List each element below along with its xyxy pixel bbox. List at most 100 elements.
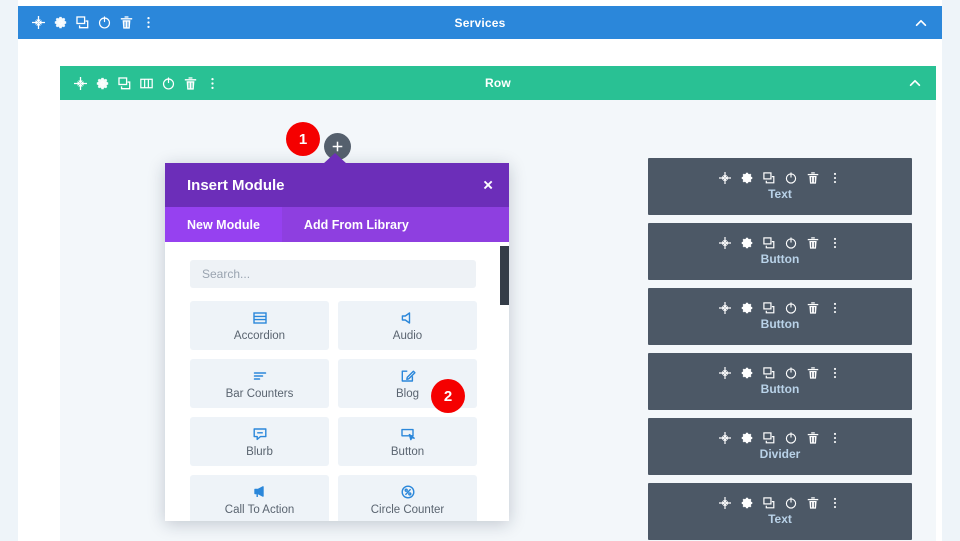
trash-icon[interactable] bbox=[807, 432, 819, 444]
settings-gear-icon[interactable] bbox=[741, 497, 753, 509]
more-options-icon[interactable] bbox=[829, 367, 841, 379]
more-options-icon[interactable] bbox=[829, 497, 841, 509]
settings-gear-icon[interactable] bbox=[741, 367, 753, 379]
move-icon[interactable] bbox=[719, 237, 731, 249]
trash-icon[interactable] bbox=[120, 16, 133, 29]
power-toggle-icon[interactable] bbox=[785, 302, 797, 314]
module-toolbar-icons bbox=[719, 237, 841, 249]
module-type-call-to-action[interactable]: Call To Action bbox=[190, 475, 329, 521]
module-type-label: Blog bbox=[395, 387, 420, 400]
chevron-up-icon[interactable] bbox=[908, 76, 922, 90]
module-block[interactable]: Text bbox=[648, 483, 912, 540]
dialog-header: Insert Module × bbox=[165, 163, 509, 207]
module-type-bar-counters[interactable]: Bar Counters bbox=[190, 359, 329, 408]
settings-gear-icon[interactable] bbox=[741, 302, 753, 314]
callout-badge-2: 2 bbox=[431, 379, 465, 413]
duplicate-icon[interactable] bbox=[763, 237, 775, 249]
more-options-icon[interactable] bbox=[206, 77, 219, 90]
chevron-up-icon[interactable] bbox=[914, 16, 928, 30]
module-type-label: Bar Counters bbox=[225, 387, 294, 400]
search-input[interactable] bbox=[190, 260, 476, 288]
dialog-tabs: New Module Add From Library bbox=[165, 207, 509, 242]
module-type-button[interactable]: Button bbox=[338, 417, 477, 466]
trash-icon[interactable] bbox=[184, 76, 197, 90]
tab-new-module[interactable]: New Module bbox=[165, 207, 282, 242]
power-toggle-icon[interactable] bbox=[785, 367, 797, 379]
more-options-icon[interactable] bbox=[829, 302, 841, 314]
settings-gear-icon[interactable] bbox=[741, 172, 753, 184]
duplicate-icon[interactable] bbox=[76, 16, 89, 29]
dialog-scrollbar[interactable] bbox=[500, 242, 509, 521]
power-toggle-icon[interactable] bbox=[162, 76, 175, 90]
trash-icon[interactable] bbox=[807, 497, 819, 509]
callout-badge-1: 1 bbox=[286, 122, 320, 156]
power-toggle-icon[interactable] bbox=[785, 432, 797, 444]
blog-icon bbox=[400, 368, 416, 384]
module-label: Divider bbox=[759, 447, 801, 461]
duplicate-icon[interactable] bbox=[763, 497, 775, 509]
settings-gear-icon[interactable] bbox=[741, 237, 753, 249]
duplicate-icon[interactable] bbox=[763, 302, 775, 314]
power-toggle-icon[interactable] bbox=[785, 172, 797, 184]
module-type-audio[interactable]: Audio bbox=[338, 301, 477, 350]
move-icon[interactable] bbox=[719, 172, 731, 184]
module-type-blurb[interactable]: Blurb bbox=[190, 417, 329, 466]
settings-gear-icon[interactable] bbox=[96, 77, 109, 90]
trash-icon[interactable] bbox=[807, 302, 819, 314]
section-toolbar-icons bbox=[18, 16, 155, 29]
module-type-label: Button bbox=[390, 445, 425, 458]
power-toggle-icon[interactable] bbox=[98, 16, 111, 29]
trash-icon[interactable] bbox=[807, 367, 819, 379]
module-label: Button bbox=[760, 382, 800, 396]
module-block[interactable]: Button bbox=[648, 223, 912, 280]
row-toolbar[interactable]: Row bbox=[60, 66, 936, 100]
more-options-icon[interactable] bbox=[829, 237, 841, 249]
settings-gear-icon[interactable] bbox=[741, 432, 753, 444]
columns-icon[interactable] bbox=[140, 77, 153, 90]
power-toggle-icon[interactable] bbox=[785, 237, 797, 249]
power-toggle-icon[interactable] bbox=[785, 497, 797, 509]
move-icon[interactable] bbox=[32, 16, 45, 29]
module-type-accordion[interactable]: Accordion bbox=[190, 301, 329, 350]
trash-icon[interactable] bbox=[807, 172, 819, 184]
circle-counter-icon bbox=[400, 484, 416, 500]
duplicate-icon[interactable] bbox=[118, 76, 131, 90]
move-icon[interactable] bbox=[719, 367, 731, 379]
module-block[interactable]: Text bbox=[648, 158, 912, 215]
module-block[interactable]: Button bbox=[648, 353, 912, 410]
duplicate-icon[interactable] bbox=[763, 367, 775, 379]
duplicate-icon[interactable] bbox=[763, 432, 775, 444]
module-label: Text bbox=[768, 187, 792, 201]
more-options-icon[interactable] bbox=[829, 432, 841, 444]
duplicate-icon[interactable] bbox=[763, 172, 775, 184]
trash-icon[interactable] bbox=[807, 237, 819, 249]
module-block[interactable]: Divider bbox=[648, 418, 912, 475]
module-toolbar-icons bbox=[719, 432, 841, 444]
bar-counters-icon bbox=[252, 368, 268, 384]
move-icon[interactable] bbox=[719, 497, 731, 509]
more-options-icon[interactable] bbox=[142, 16, 155, 29]
plus-icon bbox=[332, 141, 343, 152]
scrollbar-thumb[interactable] bbox=[500, 246, 509, 305]
module-label: Button bbox=[760, 317, 800, 331]
module-block[interactable]: Button bbox=[648, 288, 912, 345]
tab-add-from-library[interactable]: Add From Library bbox=[282, 207, 431, 242]
module-label: Button bbox=[760, 252, 800, 266]
module-label: Text bbox=[768, 512, 792, 526]
more-options-icon[interactable] bbox=[829, 172, 841, 184]
call-to-action-icon bbox=[252, 484, 268, 500]
audio-icon bbox=[400, 310, 416, 326]
button-icon bbox=[400, 426, 416, 442]
module-type-label: Call To Action bbox=[224, 503, 295, 516]
module-type-label: Audio bbox=[392, 329, 423, 342]
close-icon[interactable]: × bbox=[483, 177, 493, 194]
move-icon[interactable] bbox=[719, 302, 731, 314]
settings-gear-icon[interactable] bbox=[54, 16, 67, 29]
divi-builder-canvas: Services Row Text Button Button Button D… bbox=[0, 0, 960, 541]
module-toolbar-icons bbox=[719, 497, 841, 509]
section-toolbar[interactable]: Services bbox=[18, 6, 942, 39]
move-icon[interactable] bbox=[719, 432, 731, 444]
module-toolbar-icons bbox=[719, 172, 841, 184]
move-icon[interactable] bbox=[74, 76, 87, 90]
module-type-circle-counter[interactable]: Circle Counter bbox=[338, 475, 477, 521]
